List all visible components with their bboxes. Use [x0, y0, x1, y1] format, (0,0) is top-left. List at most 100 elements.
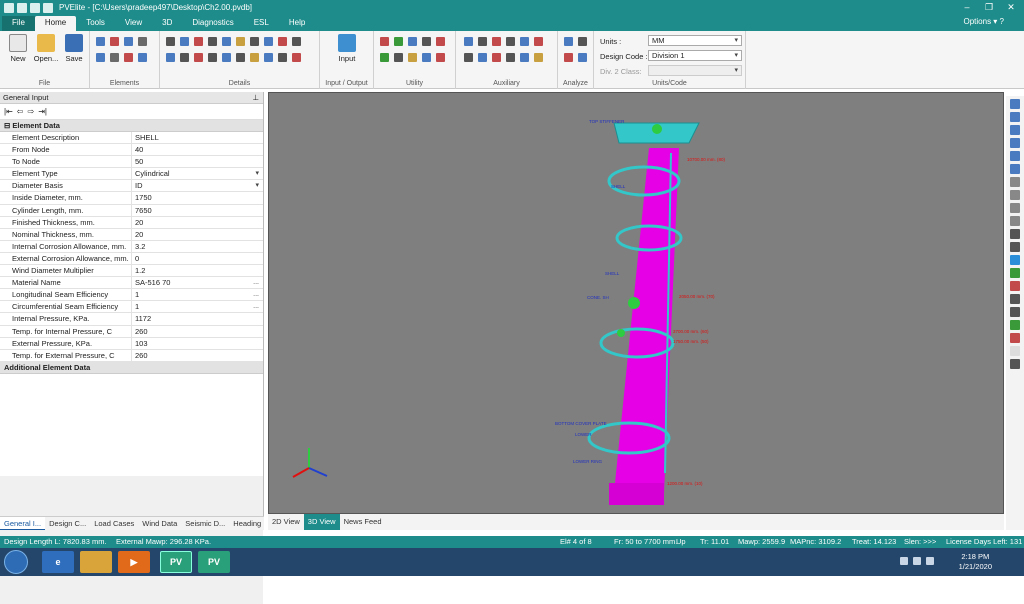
tab-file[interactable]: File — [2, 16, 35, 31]
input-button[interactable]: Input — [334, 34, 360, 63]
property-value-field[interactable]: 3.2 — [132, 241, 263, 252]
select-icon[interactable] — [1010, 294, 1020, 304]
liquid-icon[interactable] — [250, 53, 259, 62]
opening-icon[interactable] — [222, 37, 231, 46]
taskbar-clock[interactable]: 2:18 PM 1/21/2020 — [959, 552, 992, 572]
nozzle-icon[interactable] — [208, 37, 217, 46]
first-element-icon[interactable]: |⇤ — [4, 107, 13, 116]
print-icon[interactable] — [1010, 346, 1020, 356]
lug-icon[interactable] — [264, 37, 273, 46]
design-code-select[interactable]: Division 1 — [648, 50, 742, 61]
stiffener-icon[interactable] — [166, 37, 175, 46]
3d-viewport[interactable]: TOP STIFFENER 10700.00 mm. (80) SHELL SH… — [268, 92, 1004, 514]
ladder-icon[interactable] — [236, 53, 245, 62]
tab-3d[interactable]: 3D — [152, 16, 182, 31]
property-value-field[interactable]: 20 — [132, 229, 263, 240]
tray-volume-icon[interactable] — [926, 557, 934, 565]
body-flange-icon[interactable] — [124, 53, 133, 62]
tab-news-feed[interactable]: News Feed — [340, 514, 386, 530]
tab-load-cases[interactable]: Load Cases — [90, 517, 138, 530]
report-icon[interactable] — [578, 37, 587, 46]
error-check-icon[interactable] — [564, 53, 573, 62]
view-left-icon[interactable] — [1010, 151, 1020, 161]
halfpipe-icon[interactable] — [208, 53, 217, 62]
utility-icon-2[interactable] — [394, 37, 403, 46]
leg-icon[interactable] — [194, 53, 203, 62]
tab-general-input[interactable]: General I... — [0, 517, 46, 530]
aux-icon-4[interactable] — [506, 37, 515, 46]
tab-design-constraints[interactable]: Design C... — [45, 517, 90, 530]
tab-diagnostics[interactable]: Diagnostics — [182, 16, 243, 31]
cone-icon[interactable] — [124, 37, 133, 46]
ie-icon[interactable]: e — [42, 551, 74, 573]
media-player-icon[interactable]: ▶ — [118, 551, 150, 573]
section-element-data[interactable]: ⊟ Element Data — [0, 120, 263, 132]
utility-icon-6[interactable] — [380, 53, 389, 62]
pointer-icon[interactable] — [1010, 307, 1020, 317]
cylinder-icon[interactable] — [96, 37, 105, 46]
utility-icon-5[interactable] — [436, 37, 445, 46]
tab-tools[interactable]: Tools — [76, 16, 115, 31]
property-value-field[interactable]: 50 — [132, 156, 263, 167]
weight-icon[interactable] — [194, 37, 203, 46]
utility-icon-3[interactable] — [408, 37, 417, 46]
aux-icon-9[interactable] — [492, 53, 501, 62]
analyze-icon[interactable] — [564, 37, 573, 46]
next-element-icon[interactable]: ⇨ — [27, 107, 34, 116]
platform-icon[interactable] — [222, 53, 231, 62]
previous-element-icon[interactable]: ⇦ — [17, 107, 24, 116]
property-value-field[interactable]: 1... — [132, 289, 263, 300]
skirt-icon[interactable] — [110, 53, 119, 62]
utility-icon-7[interactable] — [394, 53, 403, 62]
fit-icon[interactable] — [1010, 281, 1020, 291]
aux-icon-3[interactable] — [492, 37, 501, 46]
browse-button[interactable]: ... — [253, 301, 259, 312]
render-icon[interactable] — [1010, 333, 1020, 343]
pvelite-taskbar-icon-2[interactable]: PV — [198, 551, 230, 573]
tab-view[interactable]: View — [115, 16, 152, 31]
tray-network-icon[interactable] — [913, 557, 921, 565]
aux-icon-8[interactable] — [478, 53, 487, 62]
tab-esl[interactable]: ESL — [244, 16, 279, 31]
property-value-field[interactable]: 1.2 — [132, 265, 263, 276]
minimize-button[interactable]: – — [956, 0, 978, 15]
view-iso2-icon[interactable] — [1010, 190, 1020, 200]
dropdown-arrow-icon[interactable]: ▾ — [255, 180, 259, 191]
aux-icon-6[interactable] — [534, 37, 543, 46]
force-icon[interactable] — [180, 37, 189, 46]
save-button[interactable]: Save — [62, 34, 86, 63]
aux-icon-1[interactable] — [464, 37, 473, 46]
property-value-field[interactable]: 260 — [132, 326, 263, 337]
view-right-icon[interactable] — [1010, 164, 1020, 174]
close-button[interactable]: ✕ — [1000, 0, 1022, 15]
tab-2d-view[interactable]: 2D View — [268, 514, 304, 530]
maximize-button[interactable]: ❐ — [978, 0, 1000, 15]
tab-help[interactable]: Help — [279, 16, 315, 31]
pvelite-taskbar-icon[interactable]: PV — [160, 551, 192, 573]
dropdown-arrow-icon[interactable]: ▾ — [255, 168, 259, 179]
measure-icon[interactable] — [1010, 320, 1020, 330]
property-value-field[interactable]: SHELL — [132, 132, 263, 143]
property-value-field[interactable]: 260 — [132, 350, 263, 361]
tab-wind-data[interactable]: Wind Data — [138, 517, 181, 530]
pin-icon[interactable]: ⊥ — [252, 92, 259, 104]
save-quick-icon[interactable] — [17, 2, 27, 13]
explorer-icon[interactable] — [80, 551, 112, 573]
last-element-icon[interactable]: ⇥| — [38, 107, 47, 116]
zoom-window-icon[interactable] — [1010, 242, 1020, 252]
aux-icon-12[interactable] — [534, 53, 543, 62]
view-iso-icon[interactable] — [1010, 177, 1020, 187]
ring-icon[interactable] — [180, 53, 189, 62]
aux-icon-7[interactable] — [464, 53, 473, 62]
property-value-field[interactable]: SA-516 70... — [132, 277, 263, 288]
utility-icon-9[interactable] — [422, 53, 431, 62]
tray-icon[interactable] — [250, 37, 259, 46]
rotate-icon[interactable] — [1010, 255, 1020, 265]
utility-icon-8[interactable] — [408, 53, 417, 62]
jacket-icon[interactable] — [278, 53, 287, 62]
zoom-icon[interactable] — [1010, 229, 1020, 239]
property-value-field[interactable]: 1172 — [132, 313, 263, 324]
property-value-field[interactable]: 103 — [132, 338, 263, 349]
view-back-icon[interactable] — [1010, 112, 1020, 122]
delete-detail-icon[interactable] — [292, 53, 301, 62]
